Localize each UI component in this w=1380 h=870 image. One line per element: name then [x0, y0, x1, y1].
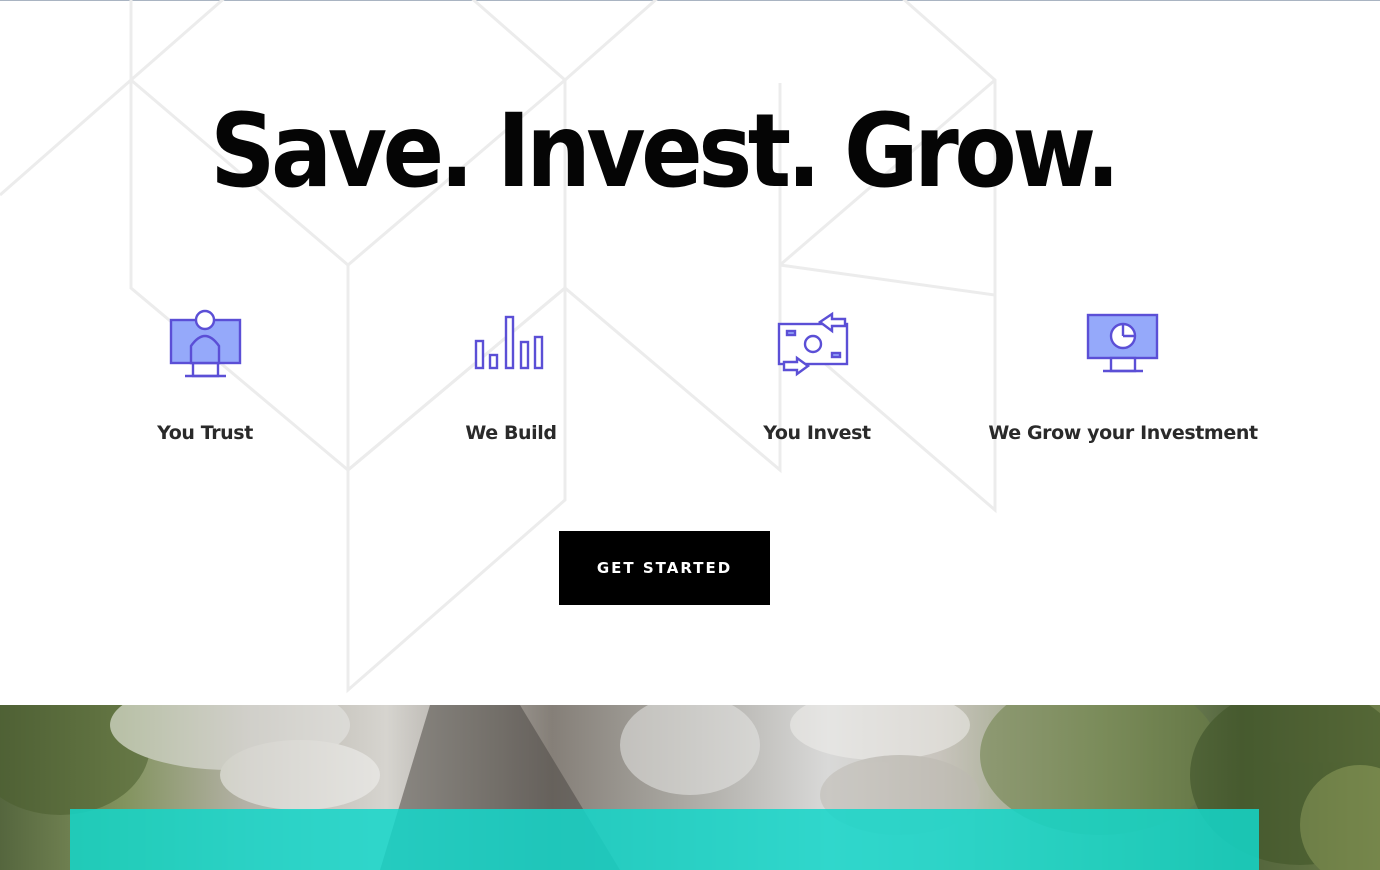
feature-label: We Grow your Investment: [988, 422, 1258, 444]
teal-card: [70, 809, 1259, 870]
money-exchange-icon: [777, 311, 849, 377]
feature-label: You Invest: [763, 422, 871, 444]
bar-chart-icon: [474, 315, 544, 370]
feature-you-trust: You Trust: [65, 300, 345, 445]
feature-we-grow: We Grow your Investment: [983, 300, 1263, 445]
get-started-button[interactable]: GET STARTED: [559, 531, 770, 605]
hero-title: Save. Invest. Grow.: [210, 92, 1120, 211]
pie-chart-monitor-icon: [1086, 313, 1159, 373]
photo-background: [0, 705, 1380, 870]
feature-you-invest: You Invest: [677, 300, 957, 445]
feature-we-build: We Build: [371, 300, 651, 445]
feature-label: We Build: [465, 422, 557, 444]
person-monitor-icon: [169, 309, 242, 378]
feature-label: You Trust: [157, 422, 253, 444]
